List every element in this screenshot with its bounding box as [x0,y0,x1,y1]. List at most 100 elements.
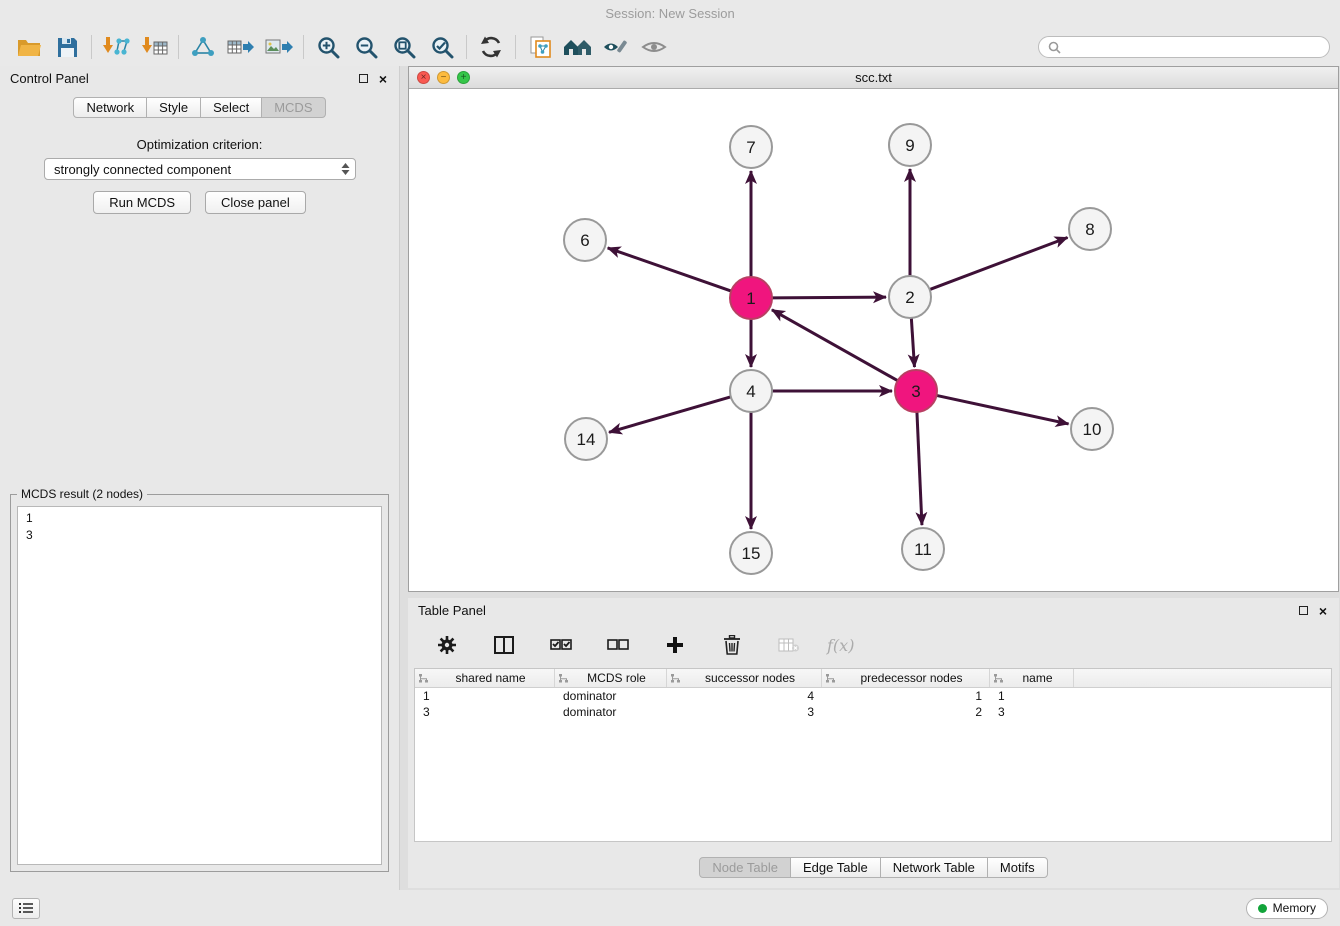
table-tab-network-table[interactable]: Network Table [880,857,988,878]
refresh-icon [479,35,503,59]
save-session-button[interactable] [48,32,86,62]
optimization-dropdown[interactable]: strongly connected component [44,158,356,180]
table-tab-edge-table[interactable]: Edge Table [790,857,881,878]
create-column-button[interactable] [656,630,694,660]
search-icon [1048,41,1061,54]
import-table-button[interactable] [135,32,173,62]
toolbar-separator [178,35,179,59]
memory-button[interactable]: Memory [1246,898,1328,919]
graph-edge-1-6[interactable] [608,248,732,291]
mcds-result-group: MCDS result (2 nodes) 13 [10,494,389,872]
graph-edge-3-1[interactable] [772,310,898,381]
float-table-panel-icon[interactable] [1299,606,1308,615]
search-box[interactable] [1038,36,1330,58]
zoom-fit-button[interactable] [385,32,423,62]
import-network-button[interactable] [97,32,135,62]
control-panel-header: Control Panel × [0,66,399,86]
mcds-result-title: MCDS result (2 nodes) [17,487,147,501]
table-panel-tabs: Node TableEdge TableNetwork TableMotifs [408,857,1339,878]
delete-column-button[interactable] [713,630,751,660]
run-mcds-button[interactable]: Run MCDS [93,191,191,214]
annotations-button[interactable] [597,32,635,62]
table-settings-button[interactable] [428,630,466,660]
tab-network[interactable]: Network [73,97,147,118]
table-body: 1dominator4113dominator323 [415,688,1331,720]
graph-node-label-9: 9 [905,136,914,155]
select-all-columns-button[interactable] [542,630,580,660]
zoom-out-icon [355,36,378,59]
zoom-selected-button[interactable] [423,32,461,62]
zoom-window-button[interactable]: + [457,71,470,84]
column-header-shared-name[interactable]: shared name [415,669,555,687]
zoom-selected-icon [431,36,454,59]
table-row[interactable]: 3dominator323 [415,704,1331,720]
table-panel-header: Table Panel × [408,598,1339,618]
mcds-result-list[interactable]: 13 [17,506,382,865]
tab-mcds[interactable]: MCDS [261,97,325,118]
delete-table-button-disabled[interactable] [770,630,808,660]
graph-node-label-15: 15 [742,544,761,563]
zoom-in-button[interactable] [309,32,347,62]
graph-node-label-4: 4 [746,382,755,401]
network-icon [191,36,215,58]
delete-table-icon [778,637,800,653]
graph-node-label-11: 11 [914,540,932,559]
graph-edge-3-10[interactable] [937,395,1069,424]
network-graph[interactable]: 7968124314101511 [409,89,1338,591]
column-header-predecessor-nodes[interactable]: predecessor nodes [822,669,990,687]
minimize-window-button[interactable]: − [437,71,450,84]
function-builder-button[interactable]: f(x) [827,636,854,655]
column-sort-icon [418,673,429,684]
tab-style[interactable]: Style [146,97,201,118]
tab-select[interactable]: Select [200,97,262,118]
column-header-successor-nodes[interactable]: successor nodes [667,669,822,687]
close-panel-button[interactable]: Close panel [205,191,306,214]
network-canvas[interactable]: 7968124314101511 [409,89,1338,591]
table-cell: 4 [667,689,822,703]
show-columns-button[interactable] [485,630,523,660]
apply-layout-button[interactable] [472,32,510,62]
toggle-details-button[interactable] [635,32,673,62]
home-views-button[interactable] [559,32,597,62]
table-cell: 1 [822,689,990,703]
checked-boxes-icon [550,638,572,652]
graph-edge-4-14[interactable] [609,397,731,432]
graph-edge-2-3[interactable] [911,318,914,367]
dropdown-stepper-icon [341,162,350,176]
graph-node-label-1: 1 [746,289,755,308]
float-panel-icon[interactable] [359,74,368,83]
table-tab-node-table[interactable]: Node Table [699,857,791,878]
table-tab-motifs[interactable]: Motifs [987,857,1048,878]
graph-edge-2-8[interactable] [930,237,1068,289]
close-panel-icon[interactable]: × [379,74,387,84]
close-window-button[interactable]: × [417,71,430,84]
zoom-glyph: + [461,73,467,83]
graph-edge-1-2[interactable] [772,297,886,298]
search-input[interactable] [1067,40,1320,54]
table-row[interactable]: 1dominator411 [415,688,1331,704]
deselect-all-columns-button[interactable] [599,630,637,660]
zoom-out-button[interactable] [347,32,385,62]
mcds-result-line: 1 [26,510,373,527]
column-header-name[interactable]: name [990,669,1074,687]
column-header-filler [1074,669,1331,687]
list-icon [18,902,34,914]
network-document-button[interactable] [521,32,559,62]
optimization-label: Optimization criterion: [0,137,399,152]
export-image-button[interactable] [260,32,298,62]
export-table-button[interactable] [222,32,260,62]
minimize-glyph: − [441,73,447,83]
network-window-titlebar: × − + scc.txt [409,67,1338,89]
eye-icon [641,39,667,55]
column-header-MCDS-role[interactable]: MCDS role [555,669,667,687]
panel-list-button[interactable] [12,898,40,919]
status-bar: Memory [0,890,1340,926]
import-table-icon [141,36,168,58]
graph-edge-3-11[interactable] [917,412,922,525]
control-panel-tabs: NetworkStyleSelectMCDS [0,97,399,118]
new-network-button[interactable] [184,32,222,62]
column-sort-icon [670,673,681,684]
close-table-panel-icon[interactable]: × [1319,606,1327,616]
open-file-button[interactable] [10,32,48,62]
zoom-in-icon [317,36,340,59]
